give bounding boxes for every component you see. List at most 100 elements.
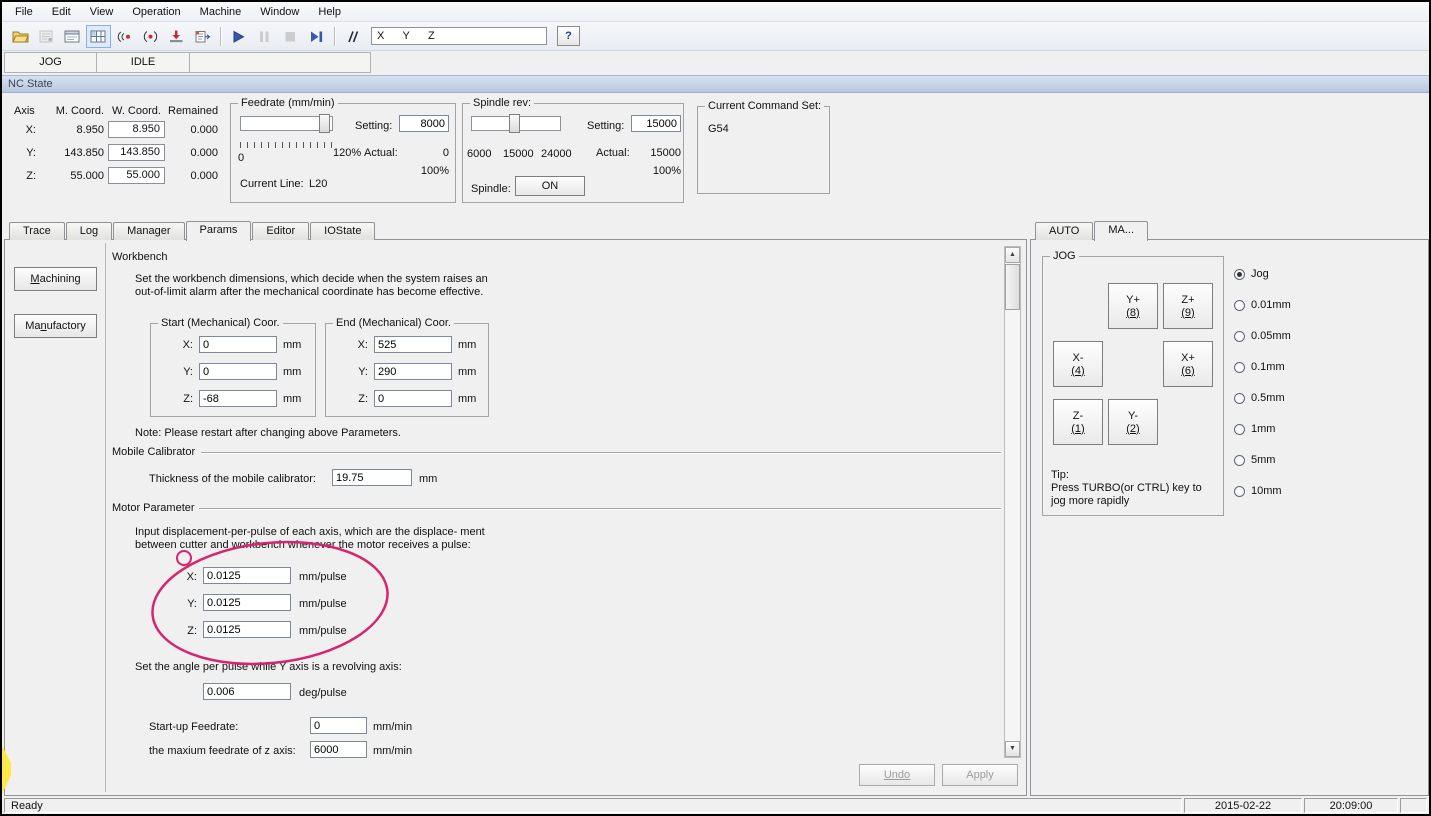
trace-continuous-button[interactable] — [138, 25, 163, 48]
motor-y-input[interactable] — [203, 594, 291, 611]
startup-feedrate-input[interactable] — [310, 717, 367, 734]
jog-z-minus-button[interactable]: Z- (1) — [1053, 399, 1103, 445]
start-y-input[interactable] — [199, 363, 277, 380]
current-line-label: Current Line: — [240, 178, 304, 190]
spindle-on-button[interactable]: ON — [515, 176, 585, 196]
angle-per-pulse-input[interactable] — [203, 683, 291, 700]
end-z-input[interactable] — [374, 390, 452, 407]
motor-parameter-title: Motor Parameter — [112, 502, 199, 514]
nc-state-panel: Axis M. Coord. W. Coord. Remained X: 8.9… — [2, 93, 1429, 218]
pause-button[interactable] — [252, 25, 277, 48]
feedrate-setting-input[interactable] — [399, 115, 449, 132]
tab-manager[interactable]: Manager — [113, 222, 185, 240]
statusbar: Ready 2015-02-22 20:09:00 — [4, 797, 1427, 814]
simulate-icon — [39, 30, 53, 42]
scrollbar-thumb[interactable] — [1005, 264, 1020, 310]
jog-y-plus-button[interactable]: Y+ (8) — [1108, 283, 1158, 329]
spindle-percent: 100% — [652, 165, 681, 177]
step-option-jog[interactable]: Jog — [1234, 268, 1269, 280]
export-button[interactable] — [190, 25, 215, 48]
trace-continuous-icon — [143, 30, 158, 42]
view-switch-button[interactable] — [86, 24, 111, 48]
feedrate-ruler — [240, 142, 333, 148]
start-button[interactable] — [226, 25, 251, 48]
motor-z-unit: mm/pulse — [299, 625, 347, 637]
workbench-desc-line1: Set the workbench dimensions, which deci… — [135, 273, 488, 285]
xyz-coordinate-field[interactable]: X Y Z — [371, 27, 547, 45]
menu-edit[interactable]: Edit — [43, 4, 81, 20]
params-content: Machining Manufactory Workbench Set the … — [4, 239, 1027, 796]
motor-z-input[interactable] — [203, 621, 291, 638]
feedrate-slider-thumb[interactable] — [319, 114, 330, 133]
start-coord-group: Start (Mechanical) Coor. X: mm Y: mm Z: … — [150, 317, 316, 417]
remained-value: 0.000 — [190, 124, 218, 136]
step-option-01mm[interactable]: 0.1mm — [1234, 361, 1285, 373]
help-button[interactable]: ? — [557, 26, 580, 46]
menu-window[interactable]: Window — [251, 4, 309, 20]
menu-machine[interactable]: Machine — [191, 4, 252, 20]
stop-button[interactable] — [278, 25, 303, 48]
start-x-input[interactable] — [199, 336, 277, 353]
tab-editor[interactable]: Editor — [252, 222, 310, 240]
start-y-unit: mm — [283, 366, 302, 378]
menu-operation[interactable]: Operation — [123, 4, 190, 20]
open-file-button[interactable] — [8, 25, 33, 48]
end-y-input[interactable] — [374, 363, 452, 380]
tab-params[interactable]: Params — [185, 221, 252, 241]
step-option-5mm[interactable]: 5mm — [1234, 454, 1275, 466]
jog-y-minus-button[interactable]: Y- (2) — [1108, 399, 1158, 445]
menu-help[interactable]: Help — [309, 4, 351, 20]
tab-auto[interactable]: AUTO — [1035, 222, 1094, 240]
tab-log[interactable]: Log — [65, 222, 113, 240]
params-scrollbar[interactable]: ▲ ▼ — [1004, 246, 1021, 758]
step-option-1mm[interactable]: 1mm — [1234, 423, 1275, 435]
undo-button[interactable]: Undo — [859, 764, 935, 786]
jog-group: JOG Y+ (8) Z+ (9) X- (4) X+ (6) Z- (1) Y… — [1042, 250, 1224, 516]
angle-per-pulse-unit: deg/pulse — [299, 687, 347, 699]
label-part: M — [30, 273, 40, 285]
mode-tab-jog[interactable]: JOG — [4, 52, 97, 73]
jog-x-minus-button[interactable]: X- (4) — [1053, 341, 1103, 387]
statusbar-message-cell: Ready — [4, 798, 1182, 813]
max-z-feedrate-input[interactable] — [310, 741, 367, 758]
tab-trace[interactable]: Trace — [9, 222, 65, 240]
scrollbar-up-arrow[interactable]: ▲ — [1005, 247, 1020, 263]
menu-view[interactable]: View — [81, 4, 124, 20]
label-part: Ma — [25, 320, 41, 332]
main-tabstrip: Trace Log Manager Params Editor IOState — [4, 218, 1027, 241]
jog-z-plus-button[interactable]: Z+ (9) — [1163, 283, 1213, 329]
menu-file[interactable]: File — [6, 4, 43, 20]
spindle-setting-label: Setting: — [587, 120, 625, 132]
advanced-start-button[interactable] — [304, 25, 329, 48]
radio-icon — [1234, 423, 1245, 435]
time-text: 20:09:00 — [1329, 800, 1373, 812]
radio-icon — [1234, 361, 1245, 373]
step-option-001mm[interactable]: 0.01mm — [1234, 299, 1291, 311]
apply-button[interactable]: Apply — [942, 764, 1018, 786]
jog-x-plus-button[interactable]: X+ (6) — [1163, 341, 1213, 387]
spindle-slider-thumb[interactable] — [509, 114, 520, 133]
trace-point-button[interactable] — [112, 25, 137, 48]
motor-x-input[interactable] — [203, 567, 291, 584]
tool-measure-button[interactable] — [164, 25, 189, 48]
step-option-05mm[interactable]: 0.5mm — [1234, 392, 1285, 404]
y-axis-label: Y: — [187, 598, 197, 610]
step-option-10mm[interactable]: 10mm — [1234, 485, 1282, 497]
scrollbar-down-arrow[interactable]: ▼ — [1005, 741, 1020, 757]
tab-iostate[interactable]: IOState — [310, 222, 376, 240]
display-window-button[interactable] — [60, 25, 85, 48]
x-axis-label: X: — [182, 339, 193, 351]
start-z-input[interactable] — [199, 390, 277, 407]
step-option-label: 0.1mm — [1251, 361, 1285, 373]
step-option-005mm[interactable]: 0.05mm — [1234, 330, 1291, 342]
wcoord-header: W. Coord. — [112, 105, 161, 117]
handwheel-guide-button[interactable] — [340, 25, 365, 48]
simulate-button[interactable] — [34, 25, 59, 48]
manufactory-category-button[interactable]: Manufactory — [14, 314, 97, 338]
spindle-setting-input[interactable] — [631, 115, 681, 132]
tab-manual[interactable]: MA... — [1094, 221, 1149, 241]
calibrator-thickness-input[interactable] — [332, 469, 412, 486]
mode-tab-idle[interactable]: IDLE — [97, 52, 190, 73]
machining-category-button[interactable]: Machining — [14, 267, 97, 291]
end-x-input[interactable] — [374, 336, 452, 353]
